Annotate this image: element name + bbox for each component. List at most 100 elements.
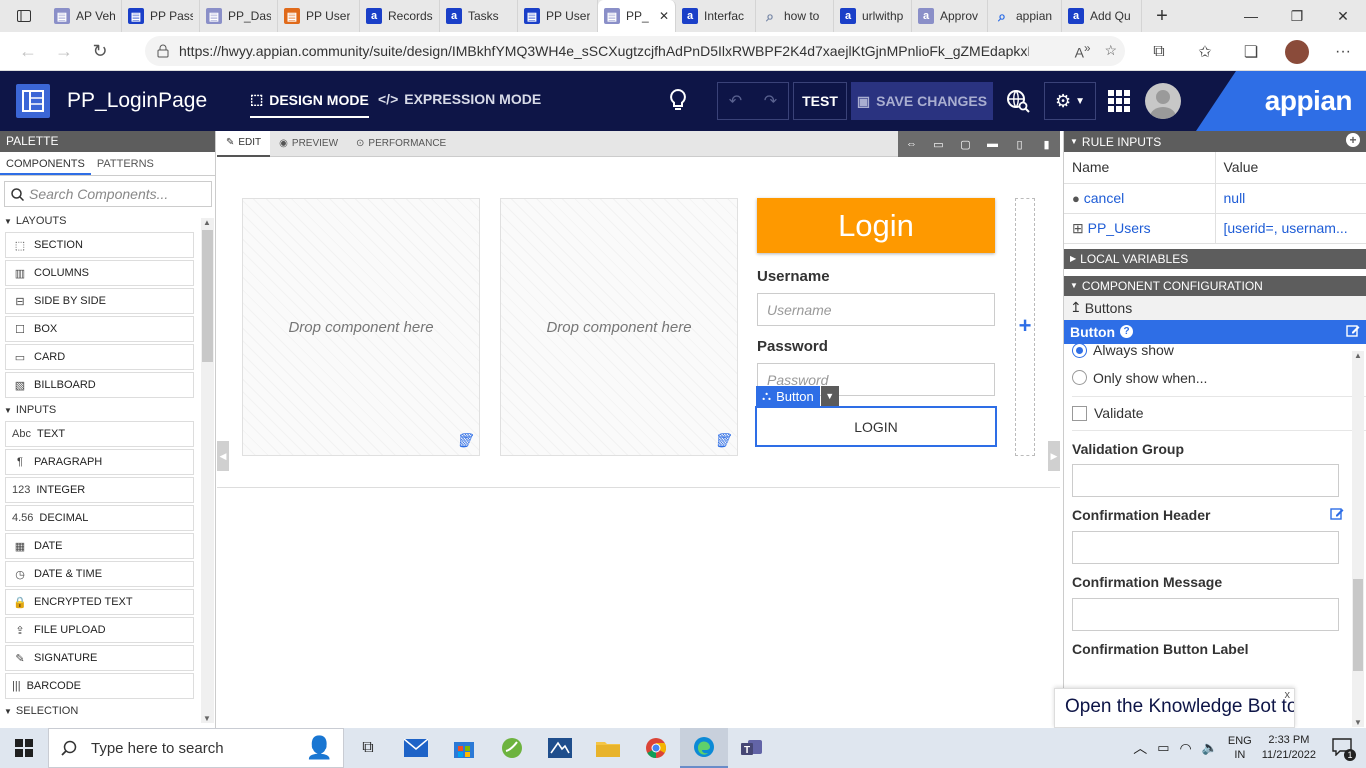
component-menu-button[interactable]: ▼ [820, 386, 839, 406]
palette-item[interactable]: ◷ DATE & TIME [5, 561, 194, 587]
tablet-landscape-icon[interactable]: ▬ [979, 131, 1006, 157]
app-launcher-icon[interactable] [1108, 90, 1130, 112]
battery-icon[interactable]: ▭ [1157, 740, 1169, 756]
close-tab-icon[interactable]: ✕ [659, 9, 669, 23]
palette-item[interactable]: 🔒 ENCRYPTED TEXT [5, 589, 194, 615]
tab-edit[interactable]: ✎ EDIT [217, 130, 271, 157]
expression-edit-icon[interactable] [1330, 507, 1344, 521]
rule-inputs-header[interactable]: ▼ RULE INPUTS + [1064, 131, 1366, 152]
tab-patterns[interactable]: PATTERNS [91, 152, 160, 175]
palette-item[interactable]: ✎ SIGNATURE [5, 645, 194, 671]
palette-item[interactable]: ⇪ FILE UPLOAD [5, 617, 194, 643]
browser-tab[interactable]: ▤ PP User [278, 0, 360, 32]
browser-tab[interactable]: ⌕ appian [988, 0, 1062, 32]
help-icon[interactable]: ? [1120, 325, 1134, 338]
wifi-icon[interactable]: ◠ [1180, 740, 1192, 757]
close-knowledge-bot-button[interactable]: x [1285, 689, 1291, 701]
login-button[interactable]: LOGIN [755, 406, 997, 447]
password-label[interactable]: Password [757, 338, 828, 355]
trash-icon[interactable]: 🗑 [455, 432, 473, 449]
search-components-input[interactable]: Search Components... [4, 181, 212, 207]
browser-tab[interactable]: a Tasks [440, 0, 518, 32]
add-rule-input-button[interactable]: + [1346, 133, 1360, 147]
taskbar-search-input[interactable]: Type here to search 👤 [48, 728, 344, 768]
spring-tool-icon[interactable] [488, 728, 536, 768]
palette-item[interactable]: 4.56 DECIMAL [5, 505, 194, 531]
edit-component-icon[interactable] [1346, 324, 1360, 338]
collapse-config-handle[interactable]: ▶ [1048, 441, 1060, 471]
table-row[interactable]: ● cancel null [1064, 183, 1366, 214]
favorite-add-icon[interactable]: ☆ [1104, 42, 1117, 61]
trash-icon[interactable]: 🗑 [713, 432, 731, 449]
radio-only-show-when-control[interactable] [1072, 370, 1087, 385]
palette-item[interactable]: ▭ CARD [5, 344, 194, 370]
store-icon[interactable] [440, 728, 488, 768]
palette-item[interactable]: ||| BARCODE [5, 673, 194, 699]
refresh-button[interactable]: ↻ [82, 33, 118, 69]
show-hidden-icons-icon[interactable]: ︿ [1133, 738, 1147, 758]
language-indicator[interactable]: ENG IN [1228, 734, 1252, 762]
config-scroll-thumb[interactable] [1353, 579, 1363, 671]
monitor-icon[interactable]: ▢ [952, 131, 979, 157]
read-aloud-icon[interactable]: A» [1075, 42, 1091, 61]
tablet-portrait-icon[interactable]: ▯ [1006, 131, 1033, 157]
file-explorer-icon[interactable] [584, 728, 632, 768]
component-configuration-header[interactable]: ▼ COMPONENT CONFIGURATION [1064, 275, 1366, 296]
profile-avatar[interactable] [1285, 39, 1309, 64]
expand-icon[interactable]: ⊞ [1072, 220, 1084, 236]
browser-tab[interactable]: a Records [360, 0, 440, 32]
add-column-plus-icon[interactable]: + [1015, 313, 1035, 339]
palette-item[interactable]: ☐ BOX [5, 316, 194, 342]
volume-icon[interactable]: 🔈 [1202, 740, 1218, 756]
radio-always-show[interactable]: Always show [1072, 343, 1366, 358]
restore-button[interactable]: ❐ [1274, 0, 1320, 32]
favorites-icon[interactable]: ✩ [1182, 32, 1228, 71]
save-changes-button[interactable]: ▣ SAVE CHANGES [851, 82, 993, 120]
browser-tab[interactable]: ▤ PP User [518, 0, 598, 32]
radio-only-show-when[interactable]: Only show when... [1072, 364, 1366, 392]
browser-tab[interactable]: a Add Qu [1062, 0, 1142, 32]
breadcrumb[interactable]: ↥ Buttons [1064, 295, 1366, 320]
palette-section-inputs[interactable]: ▼ INPUTS [0, 401, 215, 419]
collapse-palette-handle[interactable]: ◀ [217, 441, 229, 471]
palette-item[interactable]: ▦ DATE [5, 533, 194, 559]
tab-components[interactable]: COMPONENTS [0, 152, 91, 175]
phone-icon[interactable]: ▮ [1033, 131, 1060, 157]
user-avatar[interactable] [1145, 83, 1181, 119]
palette-item[interactable]: ⊟ SIDE BY SIDE [5, 288, 194, 314]
redo-button[interactable]: ↷ [753, 83, 788, 119]
lightbulb-icon[interactable] [669, 89, 687, 111]
browser-tab[interactable]: ▤ PP Pass [122, 0, 200, 32]
settings-menu-button[interactable]: ⚙ ▼ [1044, 82, 1096, 120]
palette-item[interactable]: 123 INTEGER [5, 477, 194, 503]
chrome-icon[interactable] [632, 728, 680, 768]
remote-desktop-icon[interactable] [536, 728, 584, 768]
local-variables-header[interactable]: ▶ LOCAL VARIABLES [1064, 248, 1366, 269]
browser-tab[interactable]: ⌕ how to [756, 0, 834, 32]
config-scrollbar[interactable]: ▲ ▼ [1352, 351, 1364, 727]
drop-zone-column-2[interactable]: Drop component here 🗑 [500, 198, 738, 456]
browser-tab[interactable]: ▤ PP_Dasl [200, 0, 278, 32]
validation-group-input[interactable] [1072, 463, 1339, 497]
tab-actions-button[interactable] [0, 0, 48, 32]
selected-component-tag[interactable]: ⛬ Button ▼ [756, 386, 839, 406]
browser-tab[interactable]: ▤ PP_ ✕ [598, 0, 676, 32]
drop-zone-column-1[interactable]: Drop component here 🗑 [242, 198, 480, 456]
palette-item[interactable]: Abc TEXT [5, 421, 194, 447]
validate-checkbox[interactable] [1072, 405, 1087, 421]
desktop-icon[interactable]: ▭ [925, 131, 952, 157]
clock[interactable]: 2:33 PM 11/21/2022 [1262, 733, 1316, 763]
back-button[interactable]: ← [10, 33, 46, 69]
palette-item[interactable]: ▧ BILLBOARD [5, 372, 194, 398]
new-tab-button[interactable]: + [1142, 0, 1182, 32]
url-field[interactable]: https://hwyy.appian.community/suite/desi… [145, 36, 1125, 66]
undo-button[interactable]: ↶ [718, 83, 753, 119]
username-input[interactable]: Username [757, 293, 995, 326]
rule-input-name[interactable]: PP_Users [1088, 220, 1151, 236]
design-mode-tab[interactable]: ⬚ DESIGN MODE [250, 91, 369, 118]
login-title-banner[interactable]: Login [757, 198, 995, 253]
palette-scrollbar[interactable]: ▲ ▼ [201, 218, 214, 723]
confirmation-header-input[interactable] [1072, 530, 1339, 564]
expression-mode-tab[interactable]: </> EXPRESSION MODE [378, 91, 541, 107]
confirmation-message-input[interactable] [1072, 597, 1339, 631]
